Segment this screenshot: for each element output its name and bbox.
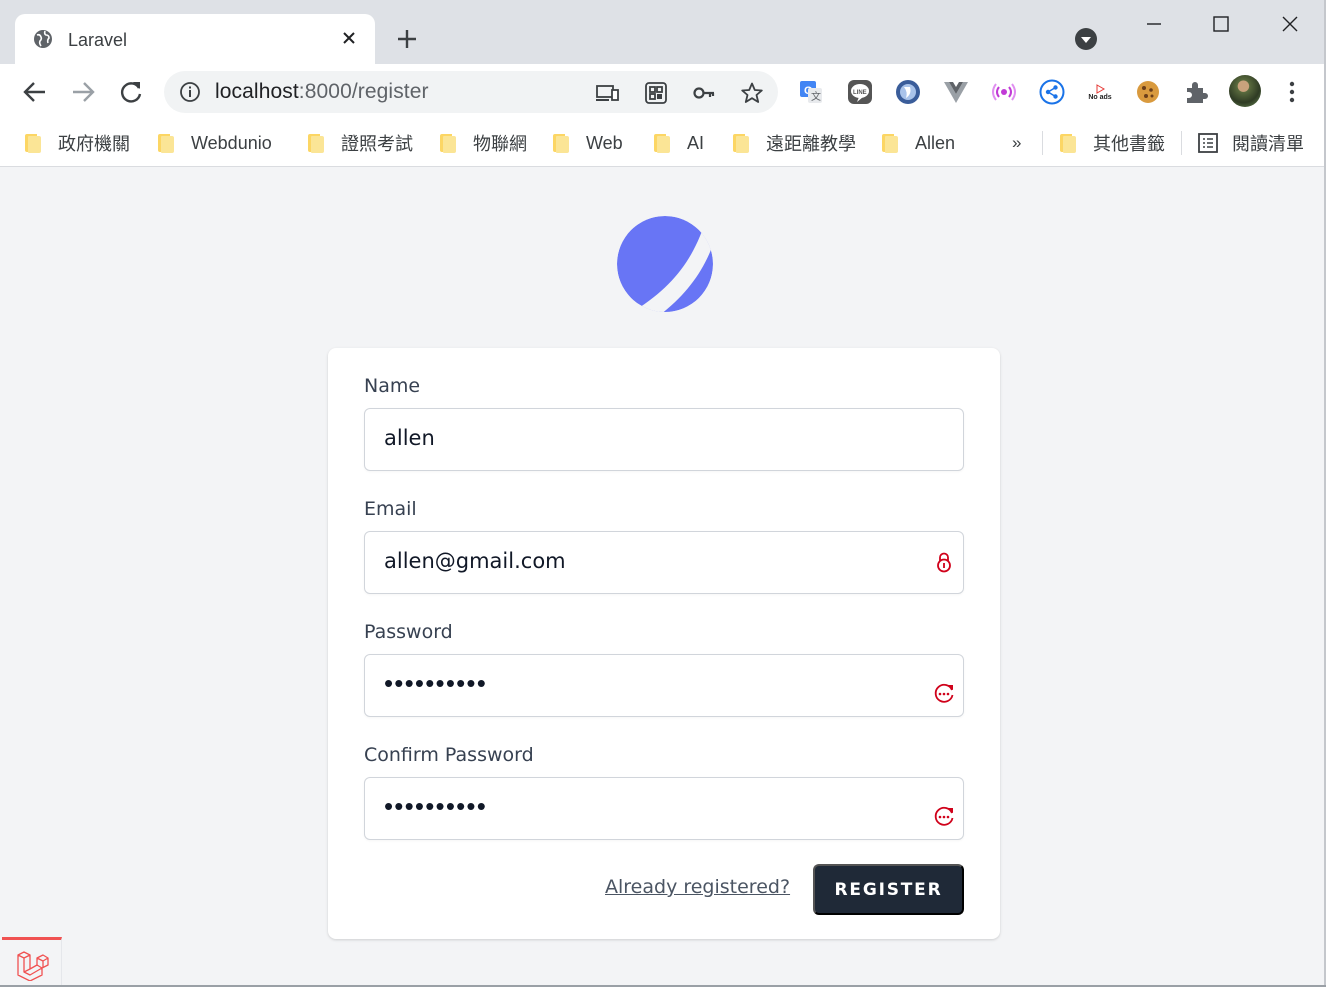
cast-devices-icon[interactable] xyxy=(595,81,619,105)
bookmark-folder[interactable]: 證照考試 xyxy=(308,130,413,156)
cookie-icon[interactable] xyxy=(1134,78,1162,106)
forward-icon[interactable] xyxy=(69,78,97,106)
bookmark-label: 政府機關 xyxy=(58,134,130,154)
back-icon[interactable] xyxy=(21,78,49,106)
more-menu-icon[interactable] xyxy=(1281,80,1303,104)
generate-password-icon[interactable] xyxy=(933,805,955,827)
url-text[interactable]: localhost:8000/register xyxy=(215,80,429,104)
svg-text:文: 文 xyxy=(811,90,821,103)
reload-icon[interactable] xyxy=(117,78,145,106)
reading-list-label: 閱讀清單 xyxy=(1232,134,1304,154)
other-bookmarks-folder[interactable]: 其他書籤 xyxy=(1060,130,1165,156)
application-logo[interactable] xyxy=(616,215,714,313)
address-bar[interactable]: localhost:8000/register xyxy=(164,71,778,113)
laravel-logo-icon xyxy=(17,951,49,981)
tab-strip: Laravel xyxy=(0,0,1326,64)
already-registered-link[interactable]: Already registered? xyxy=(605,876,790,898)
maximize-icon[interactable] xyxy=(1209,12,1233,36)
bookmarks-separator xyxy=(1042,131,1043,155)
key-icon[interactable] xyxy=(692,81,716,105)
svg-text:LINE: LINE xyxy=(853,90,867,96)
password-label: Password xyxy=(364,621,453,643)
reading-list-button[interactable]: 閱讀清單 xyxy=(1197,130,1304,156)
bookmark-folder[interactable]: Allen xyxy=(882,130,955,156)
tab-title: Laravel xyxy=(68,30,128,50)
folder-icon xyxy=(158,133,176,153)
confirm-password-label: Confirm Password xyxy=(364,744,534,766)
bookmark-label: Webdunio xyxy=(191,132,272,153)
bookmark-label: 證照考試 xyxy=(341,134,413,154)
bookmark-folder[interactable]: 物聯網 xyxy=(440,130,527,156)
page-content: Name allen Email allen@gmail.com Passwor… xyxy=(2,168,1324,985)
folder-icon xyxy=(440,133,458,153)
folder-icon xyxy=(882,133,900,153)
minimize-icon[interactable] xyxy=(1142,12,1166,36)
reading-list-icon xyxy=(1198,133,1218,153)
folder-icon xyxy=(25,133,43,153)
shield-ext-icon[interactable] xyxy=(894,78,922,106)
bookmark-folder[interactable]: Webdunio xyxy=(158,130,272,156)
folder-icon xyxy=(654,133,672,153)
email-label: Email xyxy=(364,498,417,520)
tab-search-icon[interactable] xyxy=(1075,28,1097,50)
bookmark-label: 物聯網 xyxy=(473,134,527,154)
password-input[interactable]: •••••••••• xyxy=(364,654,964,717)
broadcast-icon[interactable] xyxy=(990,78,1018,106)
bookmark-folder[interactable]: 遠距離教學 xyxy=(733,130,856,156)
password-manager-lock-icon[interactable] xyxy=(933,551,955,573)
new-tab-icon[interactable] xyxy=(394,26,420,52)
bookmark-label: Allen xyxy=(915,132,956,153)
tab-laravel[interactable]: Laravel xyxy=(15,14,375,64)
puzzle-icon[interactable] xyxy=(1182,78,1210,106)
site-info-icon[interactable] xyxy=(179,81,201,103)
vue-devtools-icon[interactable] xyxy=(942,78,970,106)
name-input[interactable]: allen xyxy=(364,408,964,471)
generate-password-icon[interactable] xyxy=(933,682,955,704)
password-value: •••••••••• xyxy=(384,668,488,698)
email-value: allen@gmail.com xyxy=(384,549,566,573)
no-ads-icon[interactable]: No ads xyxy=(1086,78,1114,106)
profile-avatar[interactable] xyxy=(1229,75,1261,107)
register-card: Name allen Email allen@gmail.com Passwor… xyxy=(328,348,1000,939)
bookmark-label: Web xyxy=(586,132,623,153)
bookmark-folder[interactable]: AI xyxy=(654,130,704,156)
bookmark-label: 遠距離教學 xyxy=(766,134,856,154)
close-tab-icon[interactable] xyxy=(337,26,361,50)
no-ads-label: No ads xyxy=(1088,93,1112,101)
name-label: Name xyxy=(364,375,421,397)
confirm-password-value: •••••••••• xyxy=(384,791,488,821)
bookmarks-bar: 政府機關 Webdunio 證照考試 物聯網 Web AI 遠距離教學 Alle… xyxy=(0,122,1326,167)
confirm-password-input[interactable]: •••••••••• xyxy=(364,777,964,840)
bookmark-folder[interactable]: Web xyxy=(553,130,623,156)
other-bookmarks-label: 其他書籤 xyxy=(1093,134,1165,154)
folder-icon xyxy=(733,133,751,153)
folder-icon xyxy=(308,133,326,153)
translate-icon[interactable]: G文 xyxy=(797,78,825,106)
register-button[interactable]: REGISTER xyxy=(813,864,964,915)
share-icon[interactable] xyxy=(1038,78,1066,106)
bookmark-star-icon[interactable] xyxy=(740,81,764,105)
folder-icon xyxy=(1060,133,1078,153)
globe-icon xyxy=(34,30,52,48)
bookmark-folder[interactable]: 政府機關 xyxy=(25,130,130,156)
qr-code-icon[interactable] xyxy=(644,81,668,105)
bookmark-label: AI xyxy=(687,132,705,153)
folder-icon xyxy=(553,133,571,153)
window-close-icon[interactable] xyxy=(1278,12,1302,36)
debugbar-toggle[interactable] xyxy=(2,937,62,985)
bookmarks-separator xyxy=(1181,131,1182,155)
line-icon[interactable]: LINE xyxy=(846,78,874,106)
browser-toolbar: localhost:8000/register G文 LINE No ads xyxy=(0,64,1326,122)
bookmarks-overflow-button[interactable]: » xyxy=(1012,130,1021,156)
email-input[interactable]: allen@gmail.com xyxy=(364,531,964,594)
name-value: allen xyxy=(384,426,435,450)
